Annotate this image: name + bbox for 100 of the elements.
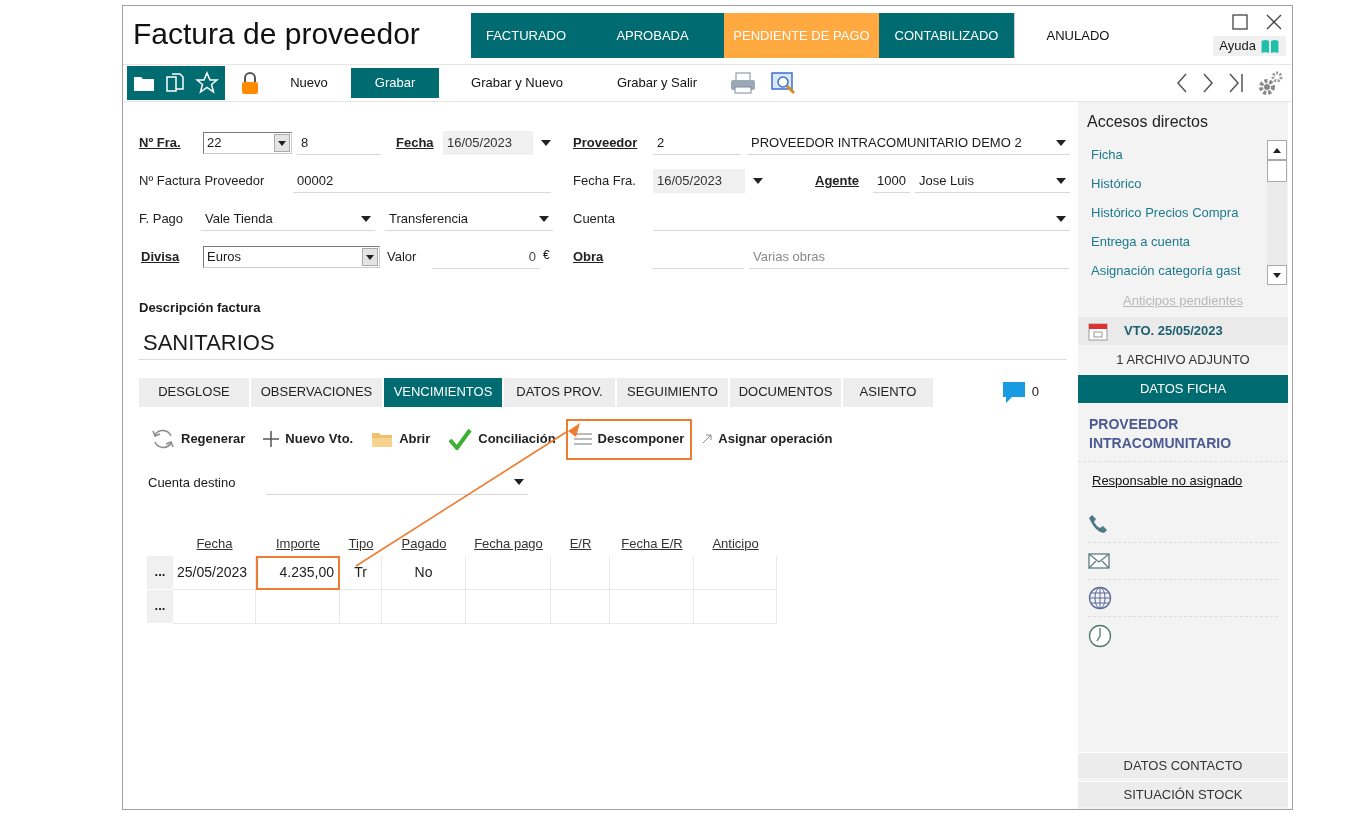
column-header[interactable]: Anticipo xyxy=(694,533,777,554)
scroll-down-icon[interactable] xyxy=(1267,265,1287,285)
supplier-invoice-field[interactable]: 00002 xyxy=(293,169,551,193)
dropdown-arrow-icon[interactable] xyxy=(1056,177,1066,184)
shortcut-link[interactable]: Histórico Precios Compra xyxy=(1078,198,1267,227)
tab[interactable]: DESGLOSE xyxy=(139,377,249,407)
lock-icon[interactable] xyxy=(241,72,259,94)
plus-icon xyxy=(263,431,280,447)
column-header[interactable]: Fecha pago xyxy=(466,533,551,554)
amount-field[interactable]: 0 xyxy=(432,245,540,269)
help-button[interactable]: Ayuda xyxy=(1213,36,1286,56)
tab[interactable]: DOCUMENTOS xyxy=(730,377,841,407)
payment-method-combo[interactable]: Vale Tienda xyxy=(201,207,375,231)
tab[interactable]: VENCIMIENTOS xyxy=(384,377,502,407)
action-button[interactable]: Regenerar xyxy=(143,418,254,460)
field-link[interactable]: Nº Fra. xyxy=(139,133,203,153)
dropdown-button[interactable] xyxy=(274,134,290,152)
next-icon[interactable] xyxy=(1202,73,1214,93)
supplier-code-field[interactable]: 2 xyxy=(653,131,741,155)
toolbar-button[interactable]: Grabar y Salir xyxy=(587,68,727,98)
copy-icon[interactable] xyxy=(165,73,185,93)
dropdown-arrow-icon[interactable] xyxy=(541,140,551,146)
tab[interactable]: DATOS PROV. xyxy=(504,377,615,407)
column-header[interactable]: Importe xyxy=(256,533,340,554)
column-header[interactable]: Fecha E/R xyxy=(610,533,694,554)
dropdown-arrow-icon[interactable] xyxy=(278,140,286,146)
action-button[interactable]: Descomponer xyxy=(565,418,693,460)
action-button[interactable]: Abrir xyxy=(363,418,439,460)
panel-button[interactable]: SITUACIÓN STOCK xyxy=(1078,781,1288,807)
column-header[interactable]: E/R xyxy=(551,533,610,554)
previous-icon[interactable] xyxy=(1176,73,1188,93)
maximize-icon[interactable] xyxy=(1232,14,1248,30)
comment-icon[interactable] xyxy=(1001,380,1026,404)
dropdown-button[interactable] xyxy=(362,248,378,266)
globe-icon[interactable] xyxy=(1088,586,1112,610)
last-icon[interactable] xyxy=(1228,73,1244,93)
supplier-combo[interactable]: PROVEEDOR INTRACOMUNITARIO DEMO 2 xyxy=(747,131,1070,155)
panel-title: Accesos directos xyxy=(1086,112,1209,132)
star-icon[interactable] xyxy=(195,71,219,95)
status-step[interactable]: FACTURADO xyxy=(471,13,581,58)
dropdown-arrow-icon[interactable] xyxy=(361,215,371,222)
phone-icon[interactable] xyxy=(1088,514,1108,534)
attachments-label[interactable]: 1 ARCHIVO ADJUNTO xyxy=(1078,344,1288,375)
tab[interactable]: ASIENTO xyxy=(843,377,933,407)
status-step[interactable]: APROBADA xyxy=(581,13,724,58)
mail-icon[interactable] xyxy=(1088,553,1110,569)
number-field[interactable]: 8 xyxy=(297,131,381,155)
settings-icon[interactable] xyxy=(1258,70,1284,96)
column-header[interactable]: Pagado xyxy=(382,533,466,554)
currency-select[interactable]: Euros xyxy=(203,246,380,268)
column-header[interactable]: Tipo xyxy=(340,533,382,554)
toolbar-button[interactable]: Grabar xyxy=(351,68,439,98)
action-button[interactable]: Asignar operación xyxy=(694,418,841,460)
panel-button[interactable]: DATOS CONTACTO xyxy=(1078,752,1288,778)
scroll-up-icon[interactable] xyxy=(1267,140,1287,160)
dropdown-arrow-icon[interactable] xyxy=(539,215,549,222)
caret-up-icon[interactable] xyxy=(1273,147,1281,153)
clock-icon[interactable] xyxy=(1088,623,1112,648)
scroll-thumb[interactable] xyxy=(1267,160,1287,182)
dropdown-arrow-icon[interactable] xyxy=(514,479,524,485)
tab[interactable]: OBSERVACIONES xyxy=(251,377,382,407)
responsible-link[interactable]: Responsable no asignado xyxy=(1092,470,1243,490)
tab[interactable]: SEGUIMIENTO xyxy=(617,377,728,407)
shortcut-link[interactable]: Histórico xyxy=(1078,169,1267,198)
toolbar-button[interactable]: Nuevo xyxy=(267,68,351,98)
scrollbar[interactable] xyxy=(1267,140,1287,285)
print-preview-icon[interactable] xyxy=(771,71,797,95)
status-step[interactable]: CONTABILIZADO xyxy=(879,13,1014,58)
project-field[interactable]: Varias obras xyxy=(749,245,1069,269)
folder-icon[interactable] xyxy=(133,74,155,92)
agent-combo[interactable]: Jose Luis xyxy=(915,169,1070,193)
table-cell: 4.235,00 xyxy=(256,555,340,590)
toolbar-button[interactable]: Grabar y Nuevo xyxy=(447,68,587,98)
field-label: Fecha Fra. xyxy=(573,172,637,191)
column-header[interactable]: Fecha xyxy=(173,533,256,554)
action-button[interactable]: Conciliación xyxy=(440,418,564,460)
shortcut-link[interactable]: Asignación categoría gast xyxy=(1078,256,1267,285)
action-button[interactable]: Nuevo Vto. xyxy=(255,418,362,460)
dropdown-arrow-icon[interactable] xyxy=(1056,215,1066,222)
row-handle[interactable]: ... xyxy=(147,589,173,624)
series-select[interactable]: 22 xyxy=(203,132,292,154)
field-link[interactable]: Proveedor xyxy=(573,133,653,153)
description-field[interactable]: SANITARIOS xyxy=(139,327,1067,360)
shortcut-link[interactable]: Entrega a cuenta xyxy=(1078,227,1267,256)
date-field[interactable]: 16/05/2023 xyxy=(653,169,745,193)
printer-icon[interactable] xyxy=(730,71,756,95)
field-link[interactable]: Obra xyxy=(573,247,652,267)
date-field[interactable]: 16/05/2023 xyxy=(443,131,533,155)
dropdown-arrow-icon[interactable] xyxy=(753,178,763,184)
field-link[interactable]: Agente xyxy=(815,171,873,191)
dropdown-arrow-icon[interactable] xyxy=(366,254,374,260)
field-link[interactable]: Divisa xyxy=(141,247,203,267)
agent-code-field[interactable]: 1000 xyxy=(873,169,910,193)
field-link[interactable]: Fecha xyxy=(396,133,443,153)
payment-type-combo[interactable]: Transferencia xyxy=(385,207,553,231)
caret-down-icon[interactable] xyxy=(1273,272,1281,278)
close-icon[interactable] xyxy=(1266,14,1282,30)
shortcut-link[interactable]: Ficha xyxy=(1078,140,1267,169)
row-handle[interactable]: ... xyxy=(147,555,173,590)
dropdown-arrow-icon[interactable] xyxy=(1056,139,1066,146)
